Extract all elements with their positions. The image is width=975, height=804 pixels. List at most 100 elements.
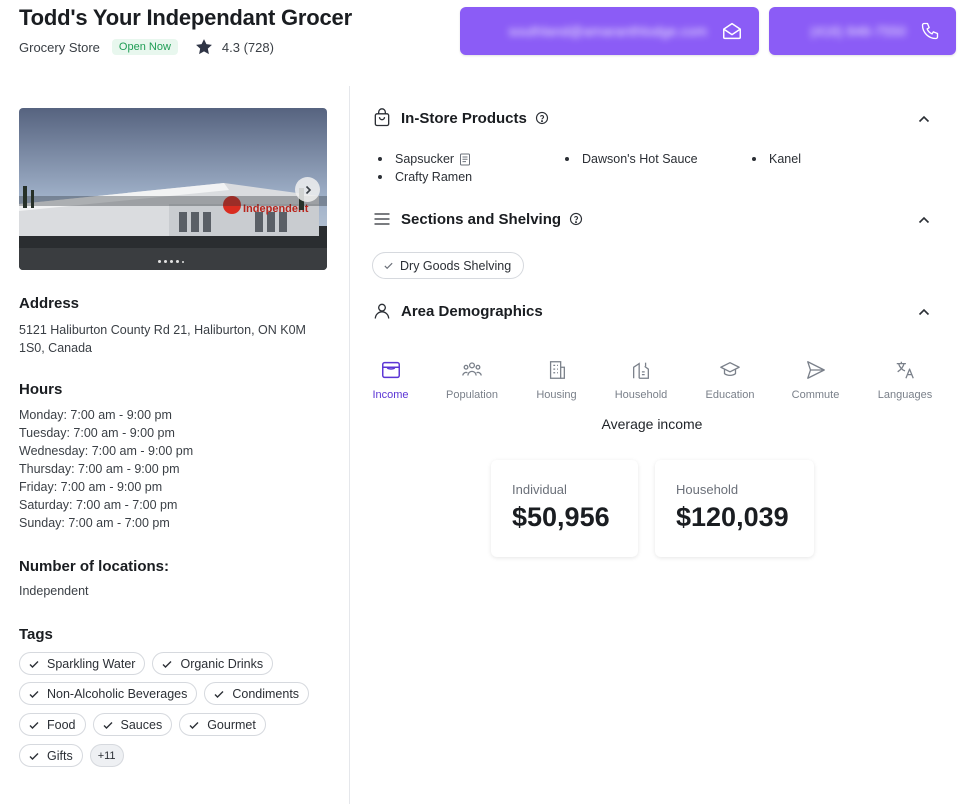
hours-row: Wednesday: 7:00 am - 9:00 pm — [19, 444, 194, 458]
product-label[interactable]: Crafty Ramen — [395, 170, 472, 184]
address-line: 1S0, Canada — [19, 341, 92, 355]
status-badge: Open Now — [111, 39, 178, 55]
product-label[interactable]: Dawson's Hot Sauce — [582, 152, 698, 166]
tag-chip[interactable]: Condiments — [204, 682, 310, 705]
phone-icon — [921, 22, 939, 40]
demographics-heading: Area Demographics — [401, 302, 543, 320]
tag-row: Food Sauces Gourmet — [19, 713, 266, 736]
hours-list: Monday: 7:00 am - 9:00 pm Tuesday: 7:00 … — [19, 406, 193, 532]
tab-housing[interactable]: Housing — [534, 359, 579, 401]
check-icon — [162, 660, 172, 668]
store-photo-image: Independent — [19, 108, 327, 270]
tab-income[interactable]: Income — [371, 359, 410, 401]
tag-chip[interactable]: Non-Alcoholic Beverages — [19, 682, 198, 705]
pagination-dot[interactable] — [170, 260, 173, 263]
chevron-up-icon[interactable] — [917, 112, 931, 126]
email-button[interactable]: southland@amaranthlodge.com — [460, 7, 759, 55]
check-icon — [103, 721, 112, 729]
bullet — [752, 157, 756, 161]
products-header[interactable]: In-Store Products — [372, 108, 549, 128]
bullet — [565, 157, 569, 161]
person-icon — [374, 303, 390, 319]
pagination-dot[interactable] — [164, 260, 167, 263]
product-label[interactable]: Kanel — [769, 152, 801, 166]
income-card-household: Household $120,039 — [655, 460, 814, 557]
products-heading: In-Store Products — [401, 109, 527, 127]
help-icon[interactable] — [569, 212, 583, 226]
hours-row: Monday: 7:00 am - 9:00 pm — [19, 408, 172, 422]
tab-commute[interactable]: Commute — [790, 359, 841, 401]
tag-chip[interactable]: Gifts — [19, 744, 83, 767]
pagination-dot[interactable] — [182, 260, 184, 263]
product-item: Kanel — [752, 152, 801, 166]
hours-row: Saturday: 7:00 am - 7:00 pm — [19, 498, 178, 512]
help-icon[interactable] — [535, 111, 549, 125]
tag-label: Non-Alcoholic Beverages — [47, 686, 188, 701]
check-icon — [214, 690, 224, 698]
chevron-up-icon[interactable] — [917, 213, 931, 227]
phone-button[interactable]: (416) 846-7550 — [769, 7, 956, 55]
more-tags-button[interactable]: +11 — [89, 744, 124, 767]
hours-row: Thursday: 7:00 am - 9:00 pm — [19, 462, 180, 476]
income-card-individual: Individual $50,956 — [491, 460, 638, 557]
list-icon — [374, 213, 390, 225]
pagination-dot[interactable] — [176, 260, 179, 263]
check-icon — [29, 690, 39, 698]
tab-household[interactable]: Household — [613, 359, 669, 401]
photo-next-button[interactable] — [295, 177, 320, 202]
shopping-bag-icon — [374, 108, 390, 127]
product-label[interactable]: Sapsucker — [395, 152, 454, 166]
tags-heading: Tags — [19, 626, 53, 643]
store-category: Grocery Store — [19, 39, 100, 55]
chevron-right-icon — [305, 185, 311, 194]
tag-chip[interactable]: Food — [19, 713, 86, 736]
translate-icon — [896, 361, 914, 379]
rating-text: 4.3 (728) — [221, 39, 274, 55]
stat-label: Household — [676, 482, 739, 497]
shelving-label: Dry Goods Shelving — [400, 258, 512, 273]
tag-label: Food — [47, 717, 76, 732]
people-icon — [462, 362, 482, 376]
tab-education[interactable]: Education — [704, 359, 756, 401]
check-icon — [29, 721, 39, 729]
bullet — [378, 175, 382, 179]
demographics-header[interactable]: Area Demographics — [372, 301, 543, 321]
tag-label: Gifts — [47, 748, 73, 763]
tag-chip[interactable]: Sparkling Water — [19, 652, 146, 675]
tab-label: Population — [446, 389, 498, 401]
wallet-icon — [381, 361, 400, 379]
product-item: Crafty Ramen — [378, 170, 472, 184]
tag-chip[interactable]: Gourmet — [179, 713, 266, 736]
sections-header[interactable]: Sections and Shelving — [372, 209, 583, 229]
tab-population[interactable]: Population — [444, 359, 500, 401]
locations-heading: Number of locations: — [19, 558, 170, 575]
product-item: Sapsucker — [378, 152, 471, 166]
tag-chip[interactable]: Organic Drinks — [152, 652, 274, 675]
hours-row: Friday: 7:00 am - 9:00 pm — [19, 480, 163, 494]
tab-label: Commute — [791, 389, 840, 401]
check-icon — [384, 262, 393, 270]
hours-row: Sunday: 7:00 am - 7:00 pm — [19, 516, 170, 530]
tab-languages[interactable]: Languages — [876, 359, 934, 401]
stat-label: Individual — [512, 482, 567, 497]
shelving-chip[interactable]: Dry Goods Shelving — [372, 252, 525, 279]
store-photo[interactable]: Independent — [19, 108, 327, 270]
tag-label: Organic Drinks — [180, 656, 264, 671]
tag-row: Sparkling Water Organic Drinks — [19, 652, 274, 675]
building-icon — [549, 361, 565, 379]
send-icon — [806, 361, 825, 379]
graduation-cap-icon — [720, 362, 740, 377]
tab-label: Housing — [536, 389, 577, 401]
sections-heading: Sections and Shelving — [401, 210, 562, 228]
tag-row: Gifts +11 — [19, 744, 124, 767]
envelope-icon — [723, 22, 741, 40]
house-icon — [633, 362, 649, 379]
address-heading: Address — [19, 295, 80, 312]
document-icon[interactable] — [459, 153, 471, 166]
chevron-up-icon[interactable] — [917, 305, 931, 319]
tag-chip[interactable]: Sauces — [92, 713, 173, 736]
pagination-dot[interactable] — [158, 260, 161, 263]
photo-pagination — [158, 260, 184, 263]
tag-label: Condiments — [232, 686, 300, 701]
check-icon — [189, 721, 199, 729]
